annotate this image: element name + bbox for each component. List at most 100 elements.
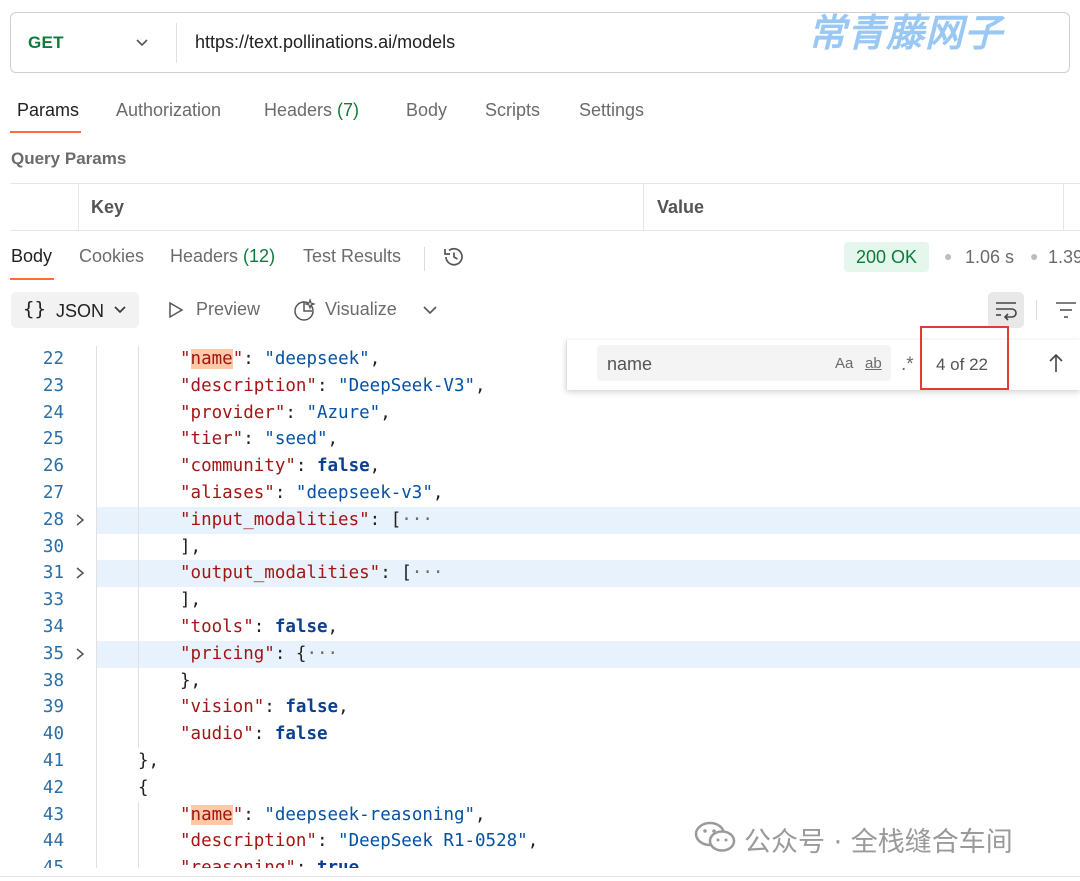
tab-label: Scripts [485, 100, 541, 120]
code-token: , [369, 349, 381, 369]
visualize-button[interactable]: Visualize [325, 299, 397, 320]
code-token: false [285, 697, 339, 718]
tab-body[interactable]: Body [406, 100, 447, 121]
arrow-up-icon[interactable] [1047, 352, 1065, 374]
indent-guide [96, 801, 97, 829]
folded-ellipsis: ··· [306, 643, 339, 664]
line-number: 35 [42, 643, 64, 664]
code-text: "input_modalities": [··· [180, 507, 433, 534]
tab-response-headers[interactable]: Headers (12) [170, 246, 275, 267]
column-divider [643, 184, 644, 231]
tab-params[interactable]: Params [17, 100, 79, 121]
line-number: 45 [0, 855, 64, 868]
method-select-label[interactable]: GET [28, 33, 64, 53]
preview-button[interactable]: Preview [196, 299, 260, 320]
line-number: 31 [42, 563, 64, 584]
chevron-down-icon[interactable] [422, 301, 438, 319]
tab-authorization[interactable]: Authorization [116, 100, 221, 121]
indent-guide [138, 721, 139, 748]
code-token: " [232, 349, 244, 369]
chevron-down-icon[interactable] [135, 33, 149, 53]
indent-guide [138, 640, 139, 668]
code-line: 39 "vision": false, [0, 694, 1080, 722]
code-token: "pricing" [180, 643, 275, 664]
code-text: "pricing": {··· [180, 641, 338, 668]
code-token: "aliases" [180, 483, 275, 503]
indent-guide [96, 399, 97, 427]
response-time[interactable]: 1.06 s [965, 247, 1014, 268]
indent-guide [138, 828, 139, 856]
code-line-background [96, 775, 1080, 802]
divider [424, 247, 425, 271]
column-divider [78, 184, 79, 231]
line-number: 41 [42, 751, 64, 771]
tab-headers[interactable]: Headers (7) [264, 100, 359, 121]
line-number: 26 [42, 456, 64, 477]
status-badge[interactable]: 200 OK [844, 242, 930, 272]
code-line: 38}, [0, 667, 1080, 695]
code-line: 42 { [0, 774, 1080, 802]
tab-scripts[interactable]: Scripts [485, 100, 540, 121]
play-icon [169, 301, 184, 319]
indent-guide [96, 346, 97, 373]
code-token: : [243, 429, 265, 450]
query-params-table-header: Key Value [11, 183, 1080, 231]
code-text: "aliases": "deepseek-v3", [180, 480, 443, 507]
line-number: 34 [42, 617, 64, 637]
divider [1036, 300, 1037, 320]
code-line: 33], [0, 587, 1080, 614]
url-input[interactable]: https://text.pollinations.ai/models [195, 32, 455, 53]
code-text: "audio": false [180, 721, 328, 748]
code-token: , [475, 804, 486, 825]
wrap-lines-button[interactable] [988, 292, 1024, 328]
code-token: " [180, 804, 191, 825]
tab-response-body[interactable]: Body [11, 246, 52, 267]
code-token: : [296, 858, 317, 868]
code-line: 30], [0, 533, 1080, 561]
url-divider [176, 23, 177, 63]
wechat-icon [694, 821, 736, 852]
response-body-editor[interactable]: 22 "name": "deepseek", 23 "description": "D… [0, 340, 1080, 868]
code-text: "tier": "seed", [180, 426, 338, 453]
chevron-right-icon[interactable] [74, 513, 86, 527]
tab-cookies[interactable]: Cookies [79, 246, 144, 267]
code-token: : [243, 349, 265, 369]
regex-toggle[interactable]: .* [901, 354, 914, 376]
indent-guide [138, 801, 139, 829]
line-number: 40 [42, 724, 64, 745]
code-token: true [317, 858, 359, 868]
find-input[interactable]: name Aa ab [597, 345, 891, 381]
response-size[interactable]: 1.39 [1048, 247, 1080, 268]
chevron-right-icon[interactable] [74, 647, 86, 661]
code-line-background [96, 587, 1080, 614]
code-text: "output_modalities": [··· [180, 560, 443, 587]
tab-test-results[interactable]: Test Results [303, 246, 401, 267]
code-token: false [274, 724, 328, 745]
code-text: "name": "deepseek", [180, 346, 380, 373]
code-line-background [96, 534, 1080, 561]
code-line: 35 "pricing": {··· [0, 640, 1080, 668]
watermark-logo-top: 常青藤网子 [808, 11, 1004, 55]
history-icon[interactable] [441, 244, 467, 270]
tab-settings[interactable]: Settings [579, 100, 644, 121]
indent-guide [96, 828, 97, 856]
filter-icon[interactable] [1054, 299, 1078, 321]
code-line-background [96, 748, 1080, 775]
code-token: : [295, 456, 317, 477]
indent-guide [138, 560, 139, 588]
key-column-header: Key [91, 197, 125, 217]
chevron-right-icon[interactable] [74, 566, 86, 580]
code-token: " [180, 349, 191, 369]
tab-label: Params [17, 100, 80, 120]
match-case-toggle[interactable]: Aa [835, 355, 853, 372]
code-text: "vision": false, [180, 694, 349, 721]
indent-guide [96, 640, 97, 668]
indent-guide [96, 667, 97, 695]
indent-guide [96, 694, 97, 722]
visualize-icon [294, 298, 316, 321]
indent-guide [96, 480, 97, 507]
search-match: name [190, 349, 233, 369]
value-column-header: Value [657, 197, 705, 217]
format-select[interactable]: {} JSON [11, 292, 139, 328]
whole-word-toggle[interactable]: ab [865, 355, 882, 372]
